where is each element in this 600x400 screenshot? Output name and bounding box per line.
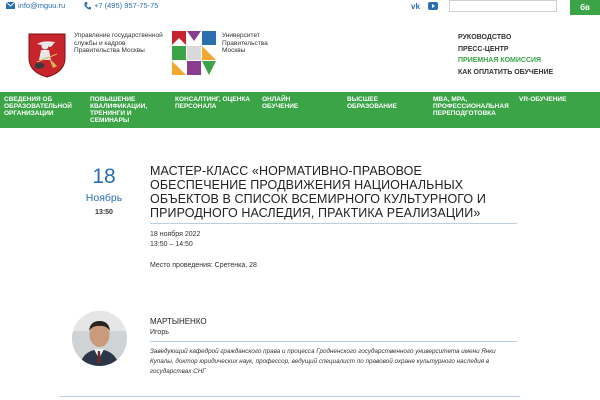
nav-item-mba[interactable]: MBA, MPA, ПРОФЕССИОНАЛЬНАЯ ПЕРЕПОДГОТОВК… [433, 96, 513, 117]
event-title: МАСТЕР-КЛАСС «НОРМАТИВНО-ПРАВОВОЕ ОБЕСПЕ… [150, 164, 486, 220]
email-text: info@mguu.ru [18, 1, 66, 10]
event-day: 18 [92, 165, 116, 188]
event-date-full: 18 ноября 2022 [150, 231, 201, 238]
link-admissions[interactable]: ПРИЕМНАЯ КОМИССИЯ [458, 55, 553, 67]
divider [150, 223, 517, 224]
nav-item-consulting[interactable]: КОНСАЛТИНГ, ОЦЕНКА ПЕРСОНАЛА [175, 96, 255, 110]
nav-item-training[interactable]: ПОВЫШЕНИЕ КВАЛИФИКАЦИИ, ТРЕНИНГИ И СЕМИН… [90, 96, 162, 124]
university-logo[interactable] [172, 29, 216, 79]
top-bar: info@mguu.ru +7 (495) 957-75-75 vk бв [0, 0, 600, 15]
header: Управление государственной службы и кадр… [0, 15, 600, 92]
event-month: Ноябрь [85, 192, 123, 204]
mail-icon [6, 2, 15, 9]
link-management[interactable]: РУКОВОДСТВО [458, 32, 553, 44]
phone-icon [84, 1, 91, 9]
event-hours: 13:50 – 14:50 [150, 241, 193, 248]
vk-icon[interactable]: vk [411, 2, 420, 11]
speaker-surname: МАРТЫНЕНКО [150, 317, 207, 326]
main-nav: СВЕДЕНИЯ ОБ ОБРАЗОВАТЕЛЬНОЙ ОРГАНИЗАЦИИ … [0, 92, 600, 128]
event-place: Место проведения: Сретенка, 28 [150, 262, 257, 269]
moscow-coat-of-arms-logo[interactable] [27, 32, 67, 78]
phone-link[interactable]: +7 (495) 957-75-75 [84, 1, 158, 10]
speaker-name: Игорь [150, 329, 169, 336]
email-link[interactable]: info@mguu.ru [6, 1, 65, 10]
header-links: РУКОВОДСТВО ПРЕСС-ЦЕНТР ПРИЕМНАЯ КОМИССИ… [458, 32, 553, 78]
link-press-center[interactable]: ПРЕСС-ЦЕНТР [458, 44, 553, 56]
divider [150, 341, 517, 342]
search-input[interactable] [449, 0, 557, 12]
nav-item-org-info[interactable]: СВЕДЕНИЯ ОБ ОБРАЗОВАТЕЛЬНОЙ ОРГАНИЗАЦИИ [4, 96, 82, 117]
speaker-avatar [72, 311, 127, 366]
event-time: 13:50 [95, 209, 113, 216]
nav-item-vr[interactable]: VR-ОБУЧЕНИЕ [519, 96, 589, 103]
nav-item-higher-education[interactable]: ВЫСШЕЕ ОБРАЗОВАНИЕ [347, 96, 417, 110]
nav-item-online[interactable]: ОНЛАЙН ОБУЧЕНИЕ [262, 96, 314, 110]
speaker-bio: Заведующий кафедрой гражданского права и… [150, 348, 496, 375]
university-name-text: Университет Правительства Москвы [222, 32, 268, 54]
youtube-icon[interactable] [428, 2, 438, 10]
link-payment[interactable]: КАК ОПЛАТИТЬ ОБУЧЕНИЕ [458, 67, 553, 79]
divider [60, 396, 520, 397]
moscow-department-text: Управление государственной службы и кадр… [74, 32, 163, 54]
lang-button[interactable]: бв [570, 0, 600, 15]
phone-text: +7 (495) 957-75-75 [94, 1, 159, 10]
